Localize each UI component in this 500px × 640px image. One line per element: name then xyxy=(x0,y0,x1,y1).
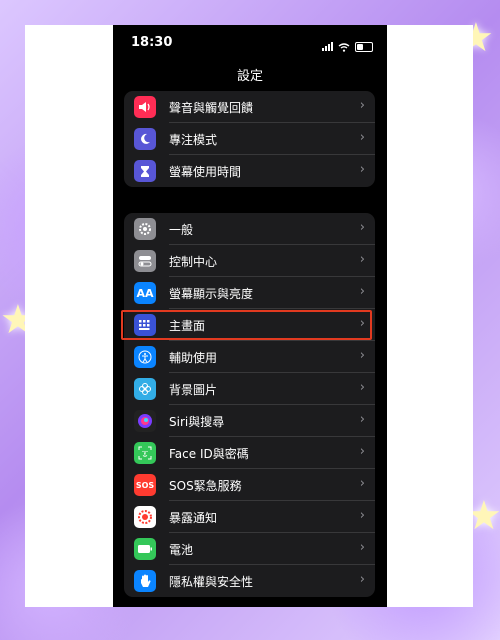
chevron-right-icon: › xyxy=(359,540,365,555)
moon-icon xyxy=(134,128,156,150)
settings-row-label: 控制中心 xyxy=(169,255,218,269)
gear-icon xyxy=(134,218,156,240)
chevron-right-icon: › xyxy=(359,348,365,363)
settings-row-accessibility[interactable]: 輔助使用 › xyxy=(124,341,375,373)
accessibility-icon xyxy=(134,346,156,368)
settings-row-label: 暴露通知 xyxy=(169,511,218,525)
settings-row-sos[interactable]: SOS SOS緊急服務 › xyxy=(124,469,375,501)
speaker-icon xyxy=(134,96,156,118)
sos-glyph: SOS xyxy=(135,480,155,490)
text-size-glyph: AA xyxy=(136,286,154,300)
settings-row-label: Face ID與密碼 xyxy=(169,447,249,461)
highlight-box xyxy=(121,310,372,340)
exposure-icon xyxy=(134,506,156,528)
settings-row-exposure[interactable]: 暴露通知 › xyxy=(124,501,375,533)
settings-row-label: 背景圖片 xyxy=(169,383,218,397)
settings-row-siri[interactable]: Siri與搜尋 › xyxy=(124,405,375,437)
status-icons xyxy=(322,37,373,56)
siri-icon xyxy=(134,410,156,432)
chevron-right-icon: › xyxy=(359,444,365,459)
nav-bar: 設定 xyxy=(113,59,387,87)
hand-icon xyxy=(134,570,156,592)
chevron-right-icon: › xyxy=(359,220,365,235)
chevron-right-icon: › xyxy=(359,476,365,491)
chevron-right-icon: › xyxy=(359,508,365,523)
settings-row-label: Siri與搜尋 xyxy=(169,415,225,429)
settings-row-label: SOS緊急服務 xyxy=(169,479,242,493)
settings-row-label: 隱私權與安全性 xyxy=(169,575,254,589)
settings-row-label: 螢幕使用時間 xyxy=(169,165,242,179)
wifi-icon xyxy=(338,37,350,56)
wallpaper-icon xyxy=(134,378,156,400)
settings-row-toggles[interactable]: 控制中心 › xyxy=(124,245,375,277)
chevron-right-icon: › xyxy=(359,572,365,587)
settings-row-label: 電池 xyxy=(169,543,194,557)
face-id-icon xyxy=(134,442,156,464)
settings-row-label: 專注模式 xyxy=(169,133,218,147)
hourglass-icon xyxy=(134,160,156,182)
sos-icon: SOS xyxy=(134,474,156,496)
chevron-right-icon: › xyxy=(359,98,365,113)
settings-row-label: 一般 xyxy=(169,223,194,237)
battery-icon xyxy=(134,538,156,560)
settings-row-hourglass[interactable]: 螢幕使用時間 › xyxy=(124,155,375,187)
settings-row-wallpaper[interactable]: 背景圖片 › xyxy=(124,373,375,405)
battery-status-icon xyxy=(355,41,373,52)
signal-icon xyxy=(322,42,333,51)
settings-row-label: 螢幕顯示與亮度 xyxy=(169,287,254,301)
settings-row-speaker[interactable]: 聲音與觸覺回饋 › xyxy=(124,91,375,123)
chevron-right-icon: › xyxy=(359,380,365,395)
settings-group-2: 一般 › 控制中心 › AA 螢幕顯示與亮度 › 主畫面 › 輔助使用 › 背景圖片 › Siri與搜尋 ›… xyxy=(124,213,375,597)
settings-group-1: 聲音與觸覺回饋 › 專注模式 › 螢幕使用時間 › xyxy=(124,91,375,187)
settings-row-hand[interactable]: 隱私權與安全性 › xyxy=(124,565,375,597)
chevron-right-icon: › xyxy=(359,130,365,145)
chevron-right-icon: › xyxy=(359,284,365,299)
settings-row-gear[interactable]: 一般 › xyxy=(124,213,375,245)
settings-row-label: 輔助使用 xyxy=(169,351,218,365)
settings-row-moon[interactable]: 專注模式 › xyxy=(124,123,375,155)
page-title: 設定 xyxy=(236,69,263,84)
settings-row-face-id[interactable]: Face ID與密碼 › xyxy=(124,437,375,469)
clock: 18:30 xyxy=(131,35,173,50)
chevron-right-icon: › xyxy=(359,252,365,267)
settings-row-battery[interactable]: 電池 › xyxy=(124,533,375,565)
text-size-icon: AA xyxy=(134,282,156,304)
settings-row-label: 聲音與觸覺回饋 xyxy=(169,101,254,115)
status-bar: 18:30 xyxy=(113,25,387,59)
settings-row-text-size[interactable]: AA 螢幕顯示與亮度 › xyxy=(124,277,375,309)
toggles-icon xyxy=(134,250,156,272)
chevron-right-icon: › xyxy=(359,162,365,177)
chevron-right-icon: › xyxy=(359,412,365,427)
